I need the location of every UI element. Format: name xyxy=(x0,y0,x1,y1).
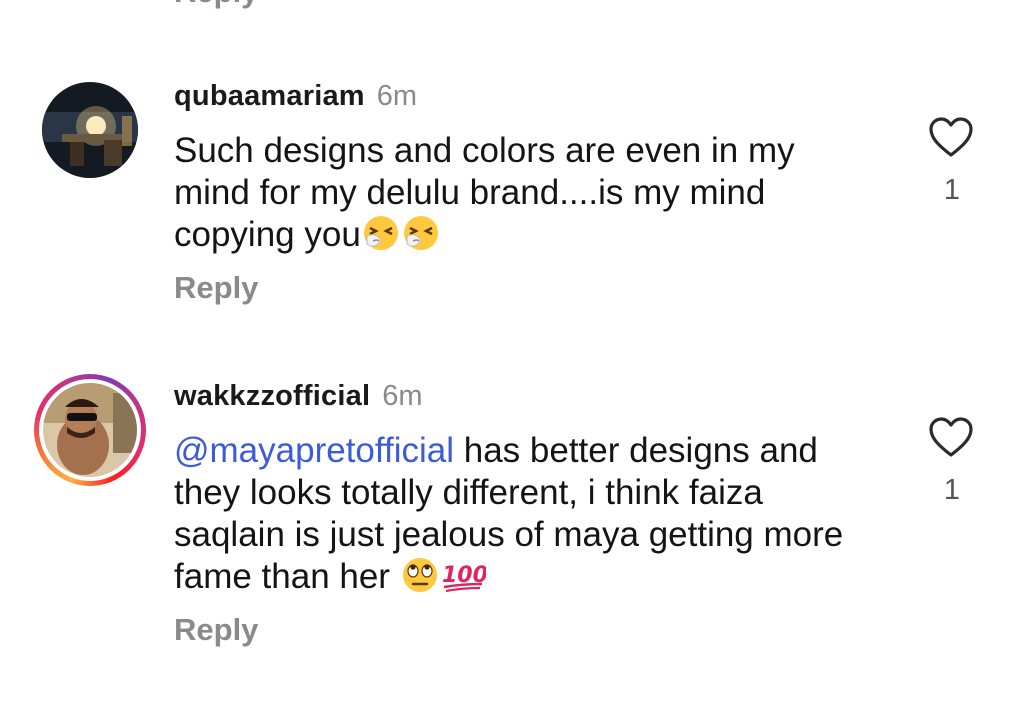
previous-reply-link[interactable]: Reply xyxy=(174,0,258,10)
like-count: 1 xyxy=(943,174,961,206)
heart-icon[interactable] xyxy=(928,116,974,158)
username[interactable]: qubaamariam xyxy=(174,80,365,112)
user-mention-link[interactable]: @mayapretofficial xyxy=(174,431,454,470)
timestamp: 6m xyxy=(376,80,418,112)
avatar[interactable] xyxy=(42,82,138,178)
comment-header: qubaamariam 6m xyxy=(174,80,417,113)
reply-button[interactable]: Reply xyxy=(174,270,258,306)
like-count: 1 xyxy=(943,474,961,506)
timestamp: 6m xyxy=(382,380,423,412)
avatar[interactable] xyxy=(43,383,137,477)
comment-header: wakkzzofficial 6m xyxy=(174,380,423,413)
story-ring[interactable] xyxy=(34,374,146,486)
username[interactable]: wakkzzofficial xyxy=(174,380,370,412)
sneezing-face-icon xyxy=(361,214,401,262)
comment-body: Such designs and colors are even in my m… xyxy=(174,131,795,254)
face-with-rolling-eyes-icon xyxy=(400,556,440,604)
heart-icon[interactable] xyxy=(928,416,974,458)
sneezing-face-icon xyxy=(401,214,441,262)
comment-text: @mayapretofficial has better designs and… xyxy=(174,430,874,604)
comment-text: Such designs and colors are even in my m… xyxy=(174,130,874,262)
hundred-points-icon: 100 xyxy=(440,556,488,604)
reply-button[interactable]: Reply xyxy=(174,612,258,648)
